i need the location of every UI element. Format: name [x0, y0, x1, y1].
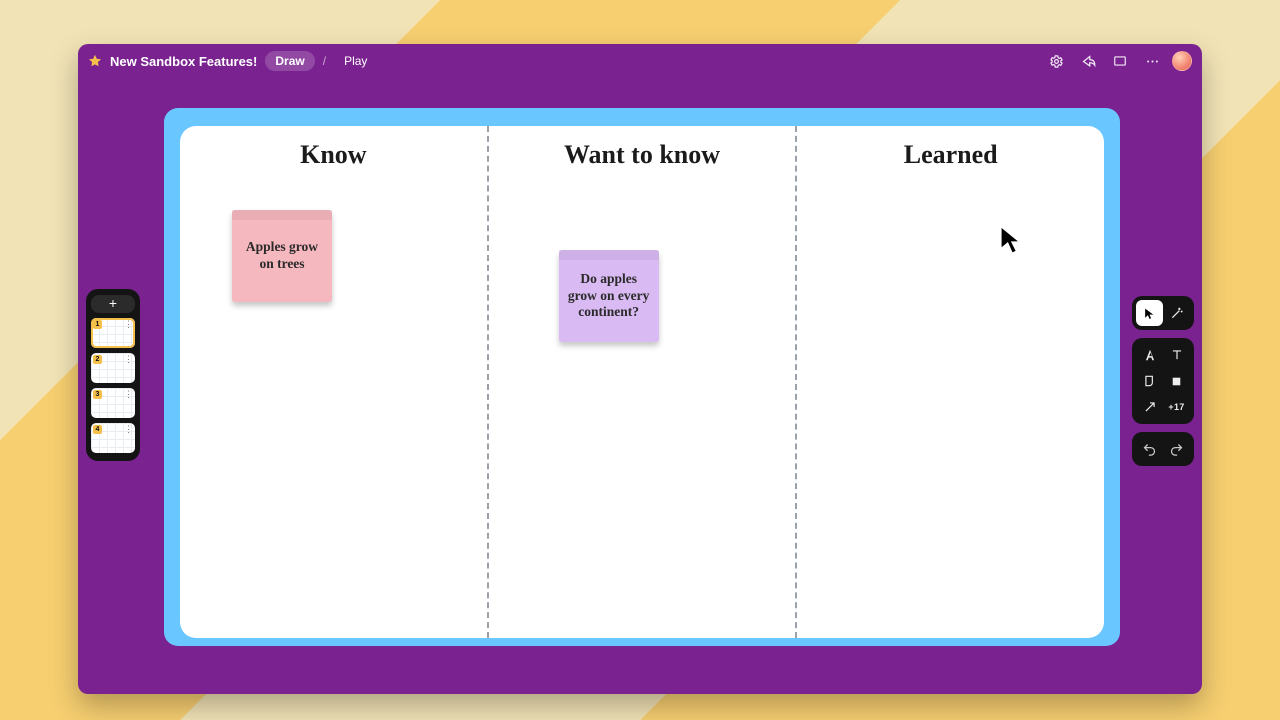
column-want-to-know[interactable]: Want to know Do apples grow on every con…: [487, 126, 796, 638]
add-slide-button[interactable]: +: [91, 295, 135, 313]
more-tools-button[interactable]: +17: [1163, 394, 1190, 420]
slide-thumbnail[interactable]: 3 ⋮: [91, 388, 135, 418]
column-learned[interactable]: Learned: [795, 126, 1104, 638]
tool-block-select: [1132, 296, 1194, 330]
slide-number: 2: [93, 355, 102, 364]
slide-menu-icon[interactable]: ⋮: [124, 426, 133, 432]
settings-icon[interactable]: [1044, 49, 1068, 73]
slide-thumbnail[interactable]: 2 ⋮: [91, 353, 135, 383]
text-tool-icon[interactable]: [1163, 342, 1190, 368]
document-title[interactable]: New Sandbox Features!: [110, 54, 257, 69]
tool-block-insert: +17: [1132, 338, 1194, 424]
slide-number: 1: [93, 320, 102, 329]
column-know[interactable]: Know Apples grow on trees: [180, 126, 487, 638]
column-title-know: Know: [180, 134, 487, 170]
slide-number: 3: [93, 390, 102, 399]
slide-menu-icon[interactable]: ⋮: [124, 356, 133, 362]
pointer-tool-icon[interactable]: [1136, 300, 1163, 326]
shape-tool-icon[interactable]: [1136, 368, 1163, 394]
text-style-tool-icon[interactable]: [1136, 342, 1163, 368]
slide-menu-icon[interactable]: ⋮: [124, 321, 133, 327]
canvas-frame: Know Apples grow on trees Want to know D…: [164, 108, 1120, 646]
tool-block-history: [1132, 432, 1194, 466]
sticky-note-text: Do apples grow on every continent?: [567, 271, 651, 322]
tab-draw[interactable]: Draw: [265, 51, 314, 71]
rectangle-tool-icon[interactable]: [1163, 368, 1190, 394]
sticky-note[interactable]: Do apples grow on every continent?: [559, 250, 659, 342]
slide-rail: + 1 ⋮ 2 ⋮ 3 ⋮ 4 ⋮: [86, 289, 140, 461]
tab-separator: /: [323, 54, 326, 68]
undo-icon[interactable]: [1136, 436, 1163, 462]
share-icon[interactable]: [1076, 49, 1100, 73]
app-logo-icon: [88, 54, 102, 68]
top-bar: New Sandbox Features! Draw / Play: [78, 44, 1202, 78]
slide-number: 4: [93, 425, 102, 434]
present-icon[interactable]: [1108, 49, 1132, 73]
slide-menu-icon[interactable]: ⋮: [124, 391, 133, 397]
sticky-note-text: Apples grow on trees: [240, 239, 324, 273]
magic-tool-icon[interactable]: [1163, 300, 1190, 326]
sticky-note[interactable]: Apples grow on trees: [232, 210, 332, 302]
cursor-icon: [997, 224, 1025, 258]
slide-thumbnail[interactable]: 4 ⋮: [91, 423, 135, 453]
tab-play[interactable]: Play: [334, 51, 377, 71]
app-window: New Sandbox Features! Draw / Play Know A…: [78, 44, 1202, 694]
arrow-tool-icon[interactable]: [1136, 394, 1163, 420]
user-avatar[interactable]: [1172, 51, 1192, 71]
redo-icon[interactable]: [1163, 436, 1190, 462]
tool-panel: +17: [1132, 296, 1194, 466]
column-title-learned: Learned: [797, 134, 1104, 170]
slide-thumbnail[interactable]: 1 ⋮: [91, 318, 135, 348]
more-menu-icon[interactable]: [1140, 49, 1164, 73]
kwl-board[interactable]: Know Apples grow on trees Want to know D…: [180, 126, 1104, 638]
column-title-want: Want to know: [489, 134, 796, 170]
